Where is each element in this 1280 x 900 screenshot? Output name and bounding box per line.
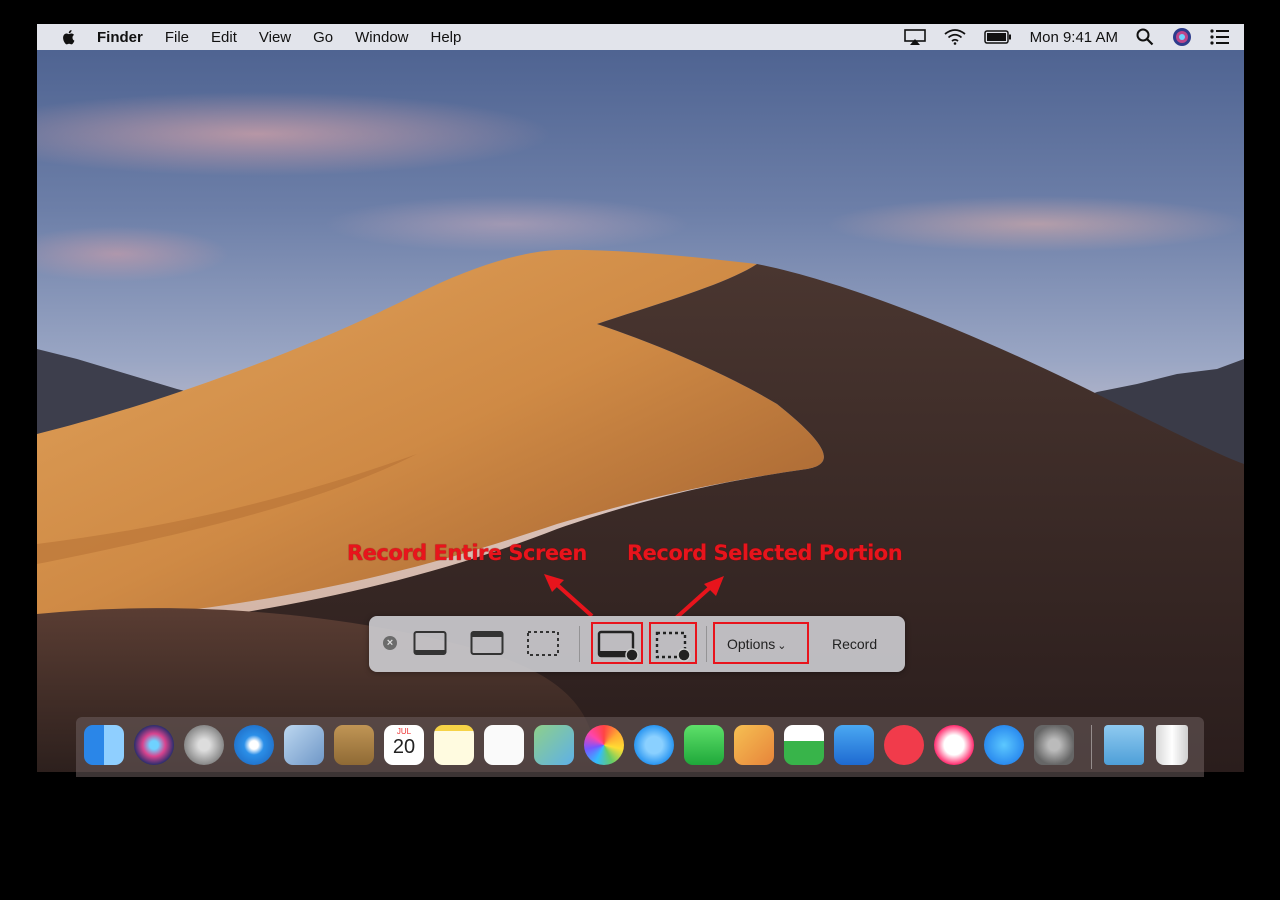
- menu-view[interactable]: View: [259, 29, 291, 46]
- trash-icon[interactable]: [1156, 725, 1188, 765]
- airplay-icon[interactable]: [903, 29, 926, 45]
- dock: JUL 20: [76, 717, 1204, 777]
- menu-finder[interactable]: Finder: [97, 29, 143, 46]
- menu-bar: Finder File Edit View Go Window Help Mon: [37, 24, 1244, 50]
- annotation-record-entire-screen: Record Entire Screen: [347, 541, 587, 565]
- menu-help[interactable]: Help: [431, 29, 462, 46]
- calendar-icon[interactable]: JUL 20: [384, 725, 424, 765]
- capture-window-button[interactable]: [470, 630, 504, 658]
- annotation-arrow-entire: [544, 574, 594, 618]
- menu-file[interactable]: File: [165, 29, 189, 46]
- photos-icon[interactable]: [584, 725, 624, 765]
- annotation-record-selected-portion: Record Selected Portion: [627, 541, 903, 565]
- keynote-icon[interactable]: [834, 725, 874, 765]
- highlight-record-selected-portion: [649, 622, 697, 664]
- facetime-icon[interactable]: [684, 725, 724, 765]
- highlight-options: [713, 622, 809, 664]
- app-store-icon[interactable]: [984, 725, 1024, 765]
- notes-icon[interactable]: [434, 725, 474, 765]
- siri-menu-icon[interactable]: [1172, 27, 1192, 47]
- maps-icon[interactable]: [534, 725, 574, 765]
- menu-edit[interactable]: Edit: [211, 29, 237, 46]
- apple-menu-icon[interactable]: [61, 29, 75, 45]
- finder-icon[interactable]: [84, 725, 124, 765]
- menu-go[interactable]: Go: [313, 29, 333, 46]
- system-preferences-icon[interactable]: [1034, 725, 1074, 765]
- highlight-record-entire-screen: [591, 622, 643, 664]
- contacts-icon[interactable]: [334, 725, 374, 765]
- capture-entire-screen-button[interactable]: [413, 630, 447, 658]
- reminders-icon[interactable]: [484, 725, 524, 765]
- menu-window[interactable]: Window: [355, 29, 408, 46]
- calendar-day: 20: [392, 736, 416, 758]
- safari-icon[interactable]: [234, 725, 274, 765]
- notification-center-icon[interactable]: [1210, 29, 1230, 45]
- numbers-icon[interactable]: [784, 725, 824, 765]
- messages-icon[interactable]: [634, 725, 674, 765]
- dock-separator: [1091, 725, 1092, 769]
- spotlight-search-icon[interactable]: [1136, 28, 1154, 46]
- annotation-arrow-selected: [674, 576, 724, 620]
- menu-clock[interactable]: Mon 9:41 AM: [1030, 29, 1118, 46]
- close-toolbar-button[interactable]: ×: [383, 636, 397, 650]
- siri-icon[interactable]: [134, 725, 174, 765]
- mail-icon[interactable]: [284, 725, 324, 765]
- news-icon[interactable]: [884, 725, 924, 765]
- screenshot-toolbar: × Options ⌄ Record: [369, 616, 905, 672]
- battery-icon[interactable]: [983, 30, 1012, 44]
- toolbar-separator: [579, 626, 580, 662]
- record-button[interactable]: Record: [832, 636, 877, 652]
- wifi-icon[interactable]: [944, 29, 966, 45]
- toolbar-separator: [706, 626, 707, 662]
- pages-icon[interactable]: [734, 725, 774, 765]
- calendar-month: JUL: [396, 727, 412, 736]
- capture-selected-portion-button[interactable]: [526, 630, 560, 658]
- itunes-icon[interactable]: [934, 725, 974, 765]
- launchpad-icon[interactable]: [184, 725, 224, 765]
- downloads-folder-icon[interactable]: [1104, 725, 1144, 765]
